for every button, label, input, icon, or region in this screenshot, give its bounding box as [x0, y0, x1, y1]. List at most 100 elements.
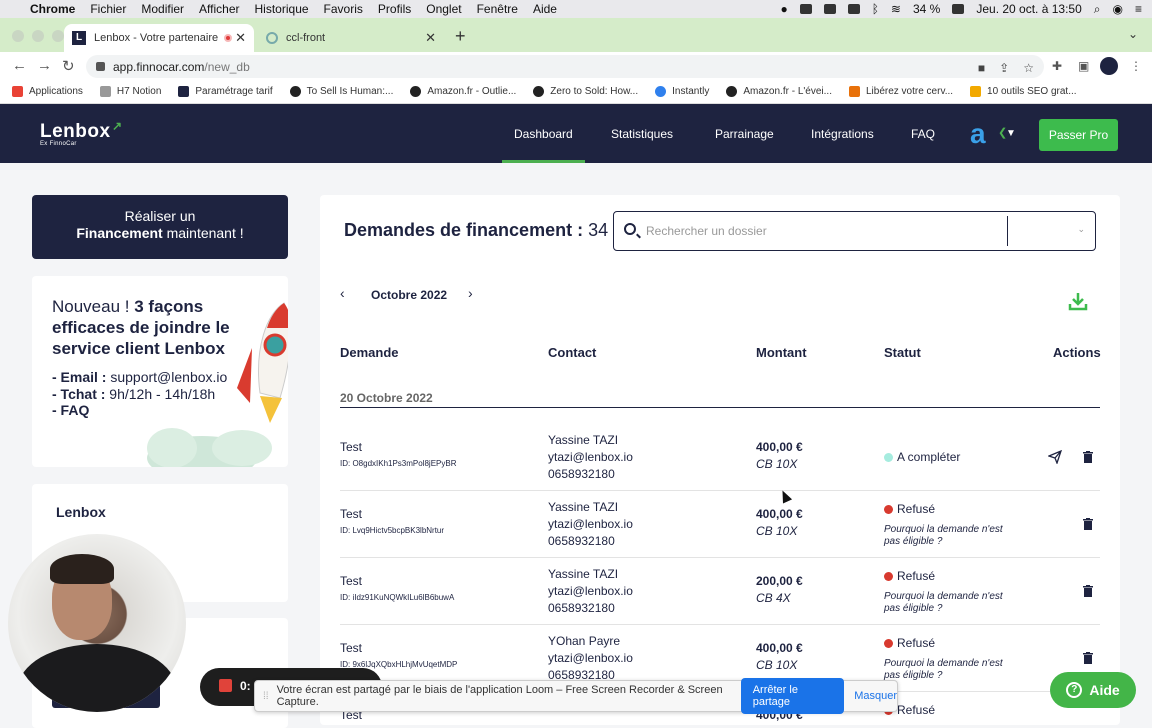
spotlight-icon[interactable]: ⌕ — [1094, 2, 1101, 17]
passer-pro-button[interactable]: Passer Pro — [1039, 119, 1118, 151]
new-tab-icon[interactable]: + — [455, 26, 466, 47]
bookmark-item[interactable]: H7 Notion — [99, 86, 161, 97]
request-name[interactable]: Test — [340, 507, 362, 521]
stop-recording-icon[interactable] — [219, 679, 232, 692]
nav-statistiques[interactable]: Statistiques — [611, 104, 673, 163]
tab-lenbox[interactable]: L Lenbox - Votre partenaire ✕ — [64, 24, 254, 52]
camera-icon[interactable]: ■ — [978, 61, 985, 75]
prev-month-icon[interactable]: ‹ — [340, 285, 345, 301]
url-field[interactable]: app.finnocar.com/new_db ■ ⇪ ☆ — [86, 55, 1044, 78]
amount: 400,00 € — [756, 507, 803, 521]
trash-icon[interactable] — [1083, 451, 1093, 463]
minimize-window-icon[interactable] — [32, 30, 44, 42]
nav-integrations[interactable]: Intégrations — [811, 104, 874, 163]
share-icon[interactable]: ⇪ — [999, 61, 1009, 75]
extensions-icon[interactable]: ✚ — [1052, 59, 1062, 73]
bookmark-item[interactable]: Libérez votre cerv... — [848, 86, 953, 97]
sidepanel-icon[interactable]: ▣ — [1078, 59, 1089, 73]
tab-ccl-front[interactable]: ccl-front ✕ — [258, 24, 444, 52]
reload-icon[interactable]: ↻ — [62, 57, 75, 75]
table-row[interactable]: Test ID: O8gdxIKh1Ps3mPol8jEPyBR Yassine… — [340, 424, 1100, 491]
menu-historique[interactable]: Historique — [255, 2, 309, 16]
bookmark-item[interactable]: Applications — [12, 86, 83, 97]
col-montant[interactable]: Montant — [756, 345, 807, 360]
help-button[interactable]: ? Aide — [1050, 672, 1136, 708]
lenbox-logo[interactable]: Lenbox ↗ Ex FinnoCar — [40, 119, 122, 147]
bookmark-item[interactable]: 10 outils SEO grat... — [970, 86, 1077, 97]
bookmark-item[interactable]: Zero to Sold: How... — [533, 86, 638, 97]
send-icon[interactable] — [1048, 450, 1062, 464]
close-tab-icon[interactable]: ✕ — [425, 30, 436, 46]
table-row[interactable]: Test ID: Lvq9Hictv5bcpBK3lbNrtur Yassine… — [340, 491, 1100, 558]
next-month-icon[interactable]: › — [468, 285, 473, 301]
status-label: A compléter — [897, 450, 961, 464]
datetime-label[interactable]: Jeu. 20 oct. à 13:50 — [976, 2, 1081, 16]
webcam-bubble[interactable] — [8, 534, 186, 712]
stop-sharing-button[interactable]: Arrêter le partage — [740, 678, 845, 714]
lock-icon[interactable] — [96, 62, 105, 71]
forward-icon[interactable]: → — [37, 57, 52, 74]
email-value[interactable]: support@lenbox.io — [106, 369, 227, 385]
trash-icon[interactable] — [1083, 518, 1093, 530]
hide-button[interactable]: Masquer — [854, 690, 897, 702]
trash-icon[interactable] — [1083, 585, 1093, 597]
screen-icon[interactable] — [847, 4, 860, 14]
nav-dashboard[interactable]: Dashboard — [502, 104, 585, 163]
ineligible-reason-link[interactable]: Pourquoi la demande n'est pas éligible ? — [884, 591, 1014, 614]
col-contact[interactable]: Contact — [548, 345, 596, 360]
record-icon[interactable] — [799, 4, 812, 14]
maximize-window-icon[interactable] — [52, 30, 64, 42]
request-name[interactable]: Test — [340, 641, 362, 655]
request-name[interactable]: Test — [340, 440, 362, 454]
col-demande[interactable]: Demande — [340, 345, 399, 360]
menu-fenetre[interactable]: Fenêtre — [477, 2, 518, 16]
tab-search-chevron-icon[interactable]: ⌄ — [1128, 27, 1138, 41]
control-center-icon[interactable]: ≡ — [1135, 2, 1142, 16]
account-brand-icon[interactable]: a — [970, 118, 986, 150]
search-divider — [1007, 216, 1008, 246]
bookmark-item[interactable]: Instantly — [655, 86, 709, 97]
faq-line[interactable]: - FAQ — [52, 402, 227, 419]
siri-icon[interactable]: ◉ — [1113, 2, 1123, 16]
back-icon[interactable]: ← — [12, 57, 27, 74]
ineligible-reason-link[interactable]: Pourquoi la demande n'est pas éligible ? — [884, 524, 1014, 547]
drag-handle-icon[interactable]: ⁞⁞ — [263, 691, 269, 702]
star-icon[interactable]: ☆ — [1023, 61, 1034, 75]
menu-aide[interactable]: Aide — [533, 2, 557, 16]
chevron-down-icon[interactable]: ▼ — [1006, 128, 1016, 139]
download-icon[interactable] — [1068, 291, 1088, 311]
battery-icon[interactable] — [952, 4, 965, 14]
nav-faq[interactable]: FAQ — [911, 104, 935, 163]
status-dot — [884, 638, 893, 648]
menu-onglet[interactable]: Onglet — [426, 2, 461, 16]
mic-icon[interactable]: ● — [780, 2, 787, 16]
nav-parrainage[interactable]: Parrainage — [715, 104, 774, 163]
close-tab-icon[interactable]: ✕ — [235, 30, 246, 46]
bookmark-item[interactable]: Amazon.fr - Outlie... — [410, 86, 516, 97]
dropbox-icon[interactable] — [823, 4, 836, 14]
close-window-icon[interactable] — [12, 30, 24, 42]
col-statut[interactable]: Statut — [884, 345, 921, 360]
wifi-icon[interactable]: ≋ — [891, 2, 901, 16]
title-text: Demandes de financement : — [344, 220, 584, 240]
bookmark-item[interactable]: Amazon.fr - L'évei... — [726, 86, 832, 97]
bookmark-item[interactable]: To Sell Is Human:... — [289, 86, 393, 97]
bluetooth-icon[interactable]: ᛒ — [872, 2, 879, 16]
menu-chrome[interactable]: Chrome — [30, 2, 75, 16]
menu-modifier[interactable]: Modifier — [141, 2, 184, 16]
menu-afficher[interactable]: Afficher — [199, 2, 239, 16]
filter-chevron-down-icon[interactable]: ⌄ — [1077, 224, 1085, 235]
profile-avatar[interactable] — [1100, 57, 1118, 75]
request-name[interactable]: Test — [340, 574, 362, 588]
bookmark-item[interactable]: Paramétrage tarif — [178, 86, 273, 97]
menu-fichier[interactable]: Fichier — [90, 2, 126, 16]
table-row[interactable]: Test ID: iIdz91KuNQWkILu6lB6buwA Yassine… — [340, 558, 1100, 625]
search-input[interactable] — [646, 222, 976, 240]
menu-profils[interactable]: Profils — [378, 2, 411, 16]
new-financing-button[interactable]: Réaliser un Financement maintenant ! — [32, 195, 288, 259]
ineligible-reason-link[interactable]: Pourquoi la demande n'est pas éligible ? — [884, 658, 1014, 681]
trash-icon[interactable] — [1083, 652, 1093, 664]
menu-dots-icon[interactable]: ⋮ — [1130, 59, 1142, 73]
menu-favoris[interactable]: Favoris — [324, 2, 363, 16]
payment-plan: CB 10X — [756, 524, 798, 538]
